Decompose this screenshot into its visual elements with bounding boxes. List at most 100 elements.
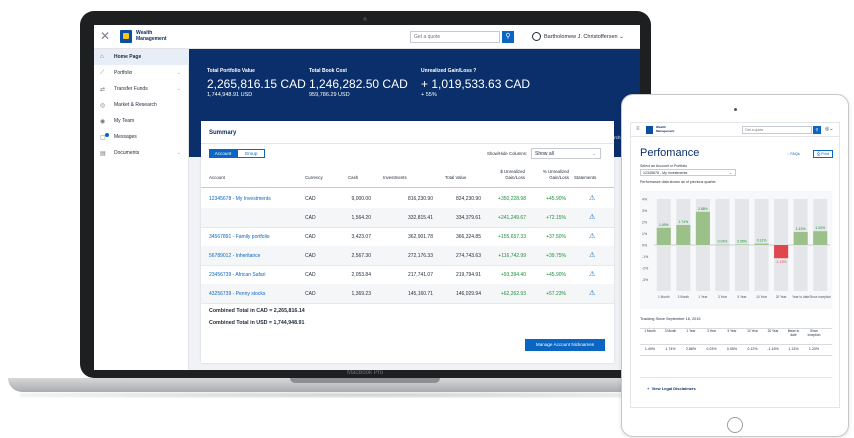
chart-icon: ⟋ (100, 69, 105, 76)
search-icon: ⚲ (815, 127, 819, 132)
sidebar-item[interactable]: ▤ Documents ⌄ (94, 145, 189, 161)
period-header: 1 Month (644, 329, 656, 333)
brand-line-2: Management (136, 36, 167, 42)
gain-abs-cell: +93,394.40 (500, 272, 526, 278)
table-header: Account Currency Cash Investments Total … (201, 166, 614, 188)
y-tick-label: 4% (642, 198, 647, 202)
bank-logo-icon[interactable] (120, 30, 132, 43)
table-row: CAD 1,564.20 332,815.41 334,379.61 +241,249.… (201, 208, 614, 228)
faqs-link[interactable]: ◌ FAQs (787, 152, 800, 156)
col-currency[interactable]: Currency (305, 175, 323, 181)
currency-cell: CAD (305, 272, 316, 278)
sidebar-item[interactable]: ◉ My Team (94, 113, 189, 129)
sidebar-item[interactable]: ◎ Market & Research (94, 97, 189, 113)
laptop-shadow (20, 392, 710, 398)
period-header: 3 Month (664, 329, 677, 333)
tracking-table: Tracking Since September 16, 2015 1 Mont… (640, 317, 832, 367)
account-select-label: Select an Account or Portfolio (640, 164, 688, 168)
account-link[interactable]: 43256739 - Penny stocks (209, 291, 265, 297)
gain-loss-label: Unrealized Gain/Loss ? (421, 68, 530, 74)
legal-disclaimers-link[interactable]: + View Legal Disclaimers (640, 377, 832, 403)
plus-icon: + (647, 386, 651, 391)
summary-card: Summary Account Group Show/Hide Columns:… (201, 121, 614, 363)
account-select[interactable]: 12345678 - My Investments ⌄ (640, 169, 736, 176)
book-cost-usd: 959,786.29 USD (309, 92, 350, 98)
statement-icon[interactable]: ⚠ (589, 251, 595, 259)
bar (813, 231, 828, 245)
account-link[interactable]: 23456739 - African Safari (209, 272, 265, 278)
cash-cell: 3,423.07 (351, 234, 371, 240)
col-dollar-gain[interactable]: $ Unrealized Gain/Loss (491, 169, 525, 180)
toggle-group[interactable]: Group (237, 149, 265, 158)
search-button[interactable]: ⚲ (502, 31, 514, 43)
user-menu[interactable]: Bartholomew J. Christoffersen ⌄ (532, 31, 624, 43)
faqs-label: FAQs (790, 152, 800, 156)
col-total-value[interactable]: Total Value (445, 175, 466, 181)
category-label: 20 Year (776, 295, 788, 299)
tablet-home-button (727, 417, 743, 433)
col-percent-gain[interactable]: % Unrealized Gain/Loss (535, 169, 569, 180)
page-title: Perfomance (640, 147, 700, 159)
account-link[interactable]: 56789012 - Inheritance (209, 253, 260, 259)
manage-nicknames-button[interactable]: Manage Account Nicknames (525, 339, 605, 351)
sidebar-item[interactable]: ⌂ Home Page (94, 49, 189, 65)
period-header: Mean to date (787, 329, 800, 337)
gain-abs-cell: +155,657.33 (498, 234, 526, 240)
print-label: Print (821, 152, 829, 156)
col-investments[interactable]: Investments (383, 175, 407, 181)
bank-logo-icon[interactable] (646, 126, 653, 134)
account-link[interactable]: 34567891 - Family portfolio (209, 234, 270, 240)
investments-cell: 816,230.90 (407, 196, 433, 202)
quote-input[interactable] (410, 31, 500, 43)
tablet-camera (734, 108, 737, 111)
col-statements[interactable]: Statements (574, 175, 596, 181)
period-value: 2.88% (685, 347, 697, 351)
bar (676, 224, 691, 245)
total-value-cell: 219,794.91 (455, 272, 481, 278)
gain-abs-cell: +116,742.99 (498, 253, 526, 259)
sidebar-item[interactable]: ⇄ Transfer Funds ⌄ (94, 81, 189, 97)
col-cash[interactable]: Cash (348, 175, 358, 181)
currency-cell: CAD (305, 291, 316, 297)
home-icon: ⌂ (100, 54, 104, 60)
period-header: 5 Year (727, 329, 737, 333)
brand-name: Wealth Management (136, 30, 167, 42)
book-cost-block: Total Book Cost 1,246,282.50 CAD 959,786… (309, 68, 408, 98)
data-label: 1.13% (796, 227, 806, 231)
card-divider (201, 143, 614, 144)
statement-icon[interactable]: ⚠ (589, 232, 595, 240)
period-value: 1.49% (644, 347, 656, 351)
user-icon[interactable]: ◎⌄ (825, 126, 834, 132)
account-link[interactable]: 12345678 - My Investments (209, 196, 271, 202)
total-value-cell: 334,379.61 (455, 215, 481, 221)
table-row: 23456739 - African Safari CAD 2,053.84 217,… (201, 265, 614, 285)
sidebar-item[interactable]: ▢ Messages (94, 129, 189, 145)
book-cost-cad: 1,246,282.50 CAD (309, 77, 408, 91)
show-hide-select[interactable]: Show all ⌄ (531, 148, 601, 159)
close-icon[interactable]: ✕ (100, 30, 110, 42)
search-button[interactable]: ⚲ (813, 126, 821, 134)
help-icon[interactable]: ? (473, 68, 476, 74)
toggle-account[interactable]: Account (209, 149, 237, 158)
col-account[interactable]: Account (209, 175, 225, 181)
statement-icon[interactable]: ⚠ (589, 270, 595, 278)
total-value-cell: 274,743.63 (455, 253, 481, 259)
table-rule (640, 344, 832, 345)
statement-icon[interactable]: ⚠ (589, 289, 595, 297)
statement-icon[interactable]: ⚠ (589, 194, 595, 202)
chevron-down-icon: ⌄ (619, 34, 624, 40)
category-label: Year to date (792, 295, 809, 299)
bar (695, 211, 710, 245)
y-tick-label: 0% (642, 244, 647, 248)
period-value: 1.13% (788, 347, 799, 351)
currency-cell: CAD (305, 215, 316, 221)
sidebar-item-label: My Team (114, 118, 135, 124)
category-label: 3 Year (718, 295, 728, 299)
hamburger-icon[interactable]: ≡ (636, 126, 640, 132)
statement-icon[interactable]: ⚠ (589, 213, 595, 221)
sidebar-item[interactable]: ⟋ Portfolio ⌄ (94, 65, 189, 81)
print-button[interactable]: ⎙ Print (813, 150, 833, 158)
bar (774, 245, 789, 259)
period-value: 0.12% (747, 347, 758, 351)
quote-input[interactable] (742, 126, 812, 134)
